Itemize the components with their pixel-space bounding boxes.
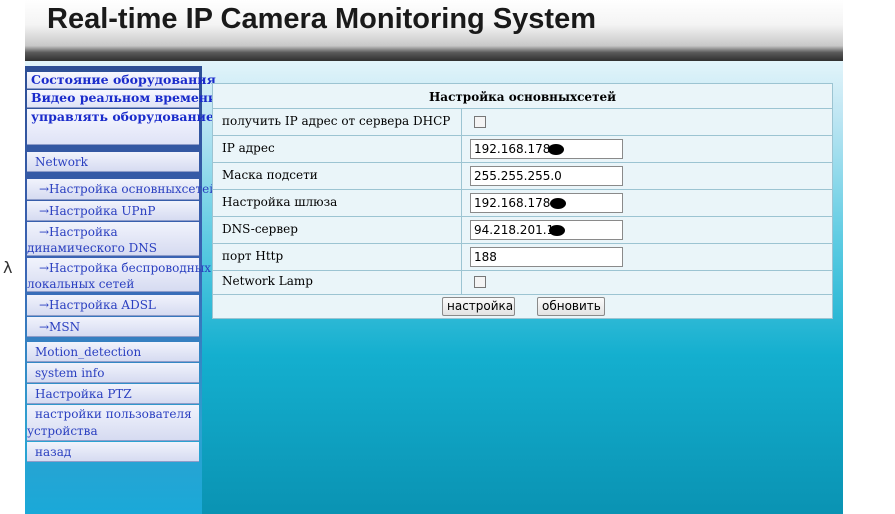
gateway-field[interactable] <box>470 193 623 213</box>
http-port-field[interactable] <box>470 247 623 267</box>
sidebar-item-label: локальных сетей <box>27 277 135 291</box>
dhcp-row: получить IP адрес от сервера DHCP <box>213 109 832 136</box>
dns-row: DNS-сервер <box>213 217 832 244</box>
column-divider <box>461 109 462 135</box>
column-divider <box>461 163 462 189</box>
sidebar-item-motion-detection[interactable]: Motion_detection <box>27 342 199 362</box>
sidebar-item-net-basic[interactable]: →Настройка основныхсетей <box>27 179 217 200</box>
column-divider <box>461 190 462 216</box>
http-port-row: порт Http <box>213 244 832 271</box>
redaction-mark <box>550 198 566 209</box>
sidebar-item-system-info[interactable]: system info <box>27 363 199 383</box>
dhcp-checkbox[interactable] <box>474 116 486 128</box>
sidebar-item-label: →Настройка беспроводных <box>39 261 212 275</box>
panel-title: Настройка основныхсетей <box>213 84 832 109</box>
column-divider <box>461 136 462 162</box>
ip-label: IP адрес <box>222 141 275 155</box>
dns-server-field[interactable] <box>470 220 623 240</box>
sidebar-item-device-status[interactable]: Состояние оборудования <box>27 72 216 89</box>
sidebar-item-label: управлять <box>31 109 108 124</box>
mask-row: Маска подсети <box>213 163 832 190</box>
sidebar-item-label: оборудованием <box>112 109 225 124</box>
ip-address-field[interactable] <box>470 139 623 159</box>
sidebar-item-net-wireless[interactable]: →Настройка беспроводных локальных сетей <box>27 258 212 292</box>
dhcp-label: получить IP адрес от сервера DHCP <box>222 114 451 128</box>
refresh-button[interactable]: обновить <box>537 297 605 316</box>
network-lamp-label: Network Lamp <box>222 274 313 288</box>
sidebar-item-label: настройки пользователя <box>35 407 192 421</box>
sidebar-item-label: устройства <box>27 424 98 438</box>
sidebar-item-net-adsl[interactable]: →Настройка ADSL <box>27 295 199 316</box>
column-divider <box>461 217 462 243</box>
http-port-label: порт Http <box>222 249 284 263</box>
sidebar-item-users[interactable]: настройки пользователя устройства <box>27 405 199 441</box>
apply-button[interactable]: настройка <box>442 297 515 316</box>
sidebar-item-device-management[interactable]: управлять оборудованием <box>27 109 225 145</box>
redaction-mark <box>549 225 565 236</box>
ip-row: IP адрес <box>213 136 832 163</box>
sidebar-item-label: динамического DNS <box>27 241 158 255</box>
sidebar-item-net-ddns[interactable]: →Настройка динамического DNS <box>27 222 199 256</box>
app-title: Real-time IP Camera Monitoring System <box>47 3 597 35</box>
sidebar: Состояние оборудования Видео реальном вр… <box>25 66 225 514</box>
sidebar-item-live-video[interactable]: Видео реальном времени <box>27 90 217 108</box>
column-divider <box>461 244 462 270</box>
sidebar-item-net-msn[interactable]: →MSN <box>27 317 199 337</box>
network-lamp-checkbox[interactable] <box>474 276 486 288</box>
redaction-mark <box>548 144 564 155</box>
stray-glyph: λ <box>3 258 13 277</box>
sidebar-item-net-upnp[interactable]: →Настройка UPnP <box>27 201 199 221</box>
sidebar-item-label: →Настройка <box>39 225 118 239</box>
gateway-label: Настройка шлюза <box>222 195 338 209</box>
subnet-mask-field[interactable] <box>470 166 623 186</box>
sidebar-item-ptz[interactable]: Настройка PTZ <box>27 384 199 404</box>
dns-label: DNS-сервер <box>222 222 298 236</box>
header-banner: Real-time IP Camera Monitoring System <box>25 0 843 61</box>
mask-label: Маска подсети <box>222 168 318 182</box>
gateway-row: Настройка шлюза <box>213 190 832 217</box>
network-settings-panel: Настройка основныхсетей получить IP адре… <box>212 83 833 319</box>
network-lamp-row: Network Lamp <box>213 271 832 295</box>
column-divider <box>461 271 462 294</box>
sidebar-item-network[interactable]: Network <box>27 152 199 172</box>
sidebar-item-back[interactable]: назад <box>27 442 199 462</box>
